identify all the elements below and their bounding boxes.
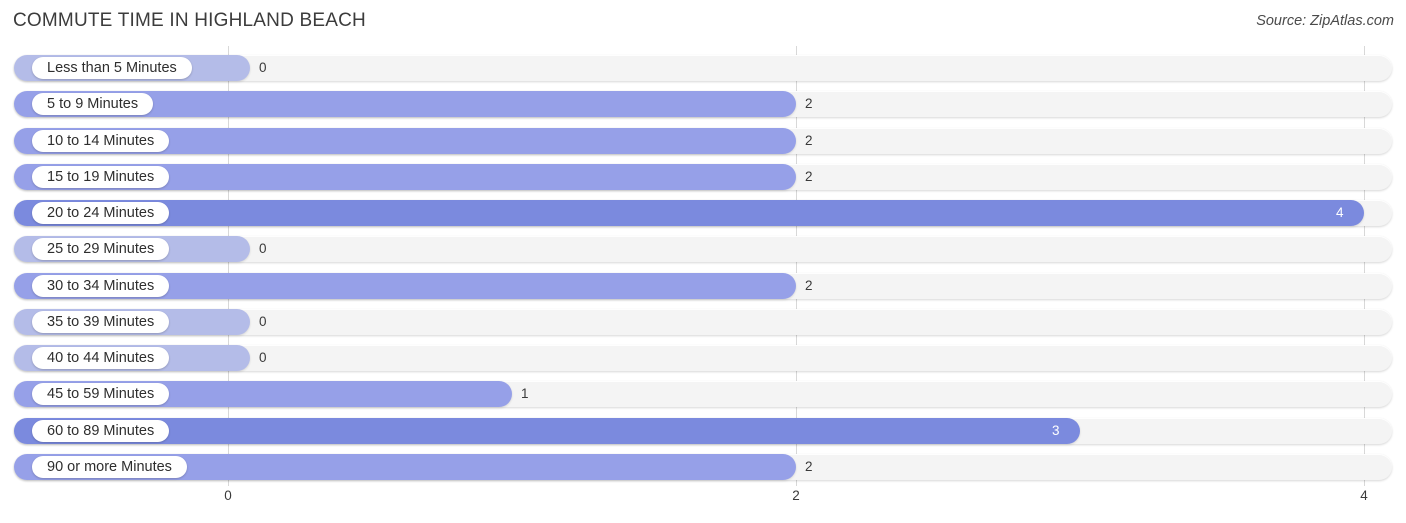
x-axis-tick-label: 4	[1360, 488, 1368, 503]
bar-row[interactable]: 0 40 to 44 Minutes	[0, 343, 1406, 373]
bar-value-label: 0	[259, 350, 267, 365]
x-axis-tick-label: 0	[224, 488, 232, 503]
bar-row[interactable]: 1 45 to 59 Minutes	[0, 379, 1406, 409]
bar-value-label: 2	[805, 96, 813, 112]
bar-row[interactable]: 0 Less than 5 Minutes	[0, 53, 1406, 83]
plot-area: 0 Less than 5 Minutes 2 5 to 9 Minutes 2 10 t…	[0, 46, 1406, 486]
category-label-pill[interactable]: Less than 5 Minutes	[32, 57, 192, 79]
bar-fill[interactable]	[14, 200, 1364, 226]
bar-row[interactable]: 3 60 to 89 Minutes	[0, 416, 1406, 446]
bar-row[interactable]: 2 10 to 14 Minutes	[0, 126, 1406, 156]
source-attribution: Source: ZipAtlas.com	[1256, 13, 1394, 29]
bar-value-label: 4	[1336, 205, 1344, 220]
bar-row[interactable]: 2 15 to 19 Minutes	[0, 162, 1406, 192]
bar-value-label: 2	[805, 168, 813, 184]
x-axis-tick-label: 2	[792, 488, 800, 503]
category-label-pill[interactable]: 45 to 59 Minutes	[32, 383, 170, 406]
bar-value-label: 0	[259, 313, 267, 329]
category-label-pill[interactable]: 40 to 44 Minutes	[32, 347, 170, 369]
bar-value-label: 3	[1052, 422, 1060, 438]
category-label-pill[interactable]: 5 to 9 Minutes	[32, 93, 154, 116]
x-axis: 0 2 4	[0, 486, 1406, 516]
bar-value-label: 2	[805, 132, 813, 148]
category-label-pill[interactable]: 20 to 24 Minutes	[32, 202, 170, 224]
category-label-pill[interactable]: 10 to 14 Minutes	[32, 129, 170, 152]
bar-row[interactable]: 4 20 to 24 Minutes	[0, 198, 1406, 228]
category-label-pill[interactable]: 30 to 34 Minutes	[32, 274, 170, 297]
category-label-pill[interactable]: 15 to 19 Minutes	[32, 165, 170, 188]
category-label-pill[interactable]: 90 or more Minutes	[32, 455, 187, 478]
bar-row[interactable]: 0 25 to 29 Minutes	[0, 234, 1406, 264]
bar-row[interactable]: 2 5 to 9 Minutes	[0, 89, 1406, 119]
bar-value-label: 1	[521, 386, 529, 402]
category-label-pill[interactable]: 60 to 89 Minutes	[32, 419, 170, 442]
bar-fill[interactable]	[14, 417, 1080, 444]
chart-title: COMMUTE TIME IN HIGHLAND BEACH	[13, 10, 366, 31]
category-label-pill[interactable]: 25 to 29 Minutes	[32, 238, 170, 261]
category-label-pill[interactable]: 35 to 39 Minutes	[32, 310, 170, 333]
bar-value-label: 0	[259, 241, 267, 257]
bar-value-label: 0	[259, 60, 267, 75]
bar-value-label: 2	[805, 277, 813, 293]
bar-row[interactable]: 0 35 to 39 Minutes	[0, 307, 1406, 337]
bar-value-label: 2	[805, 458, 813, 474]
bar-row[interactable]: 2 90 or more Minutes	[0, 452, 1406, 482]
bar-row[interactable]: 2 30 to 34 Minutes	[0, 271, 1406, 301]
